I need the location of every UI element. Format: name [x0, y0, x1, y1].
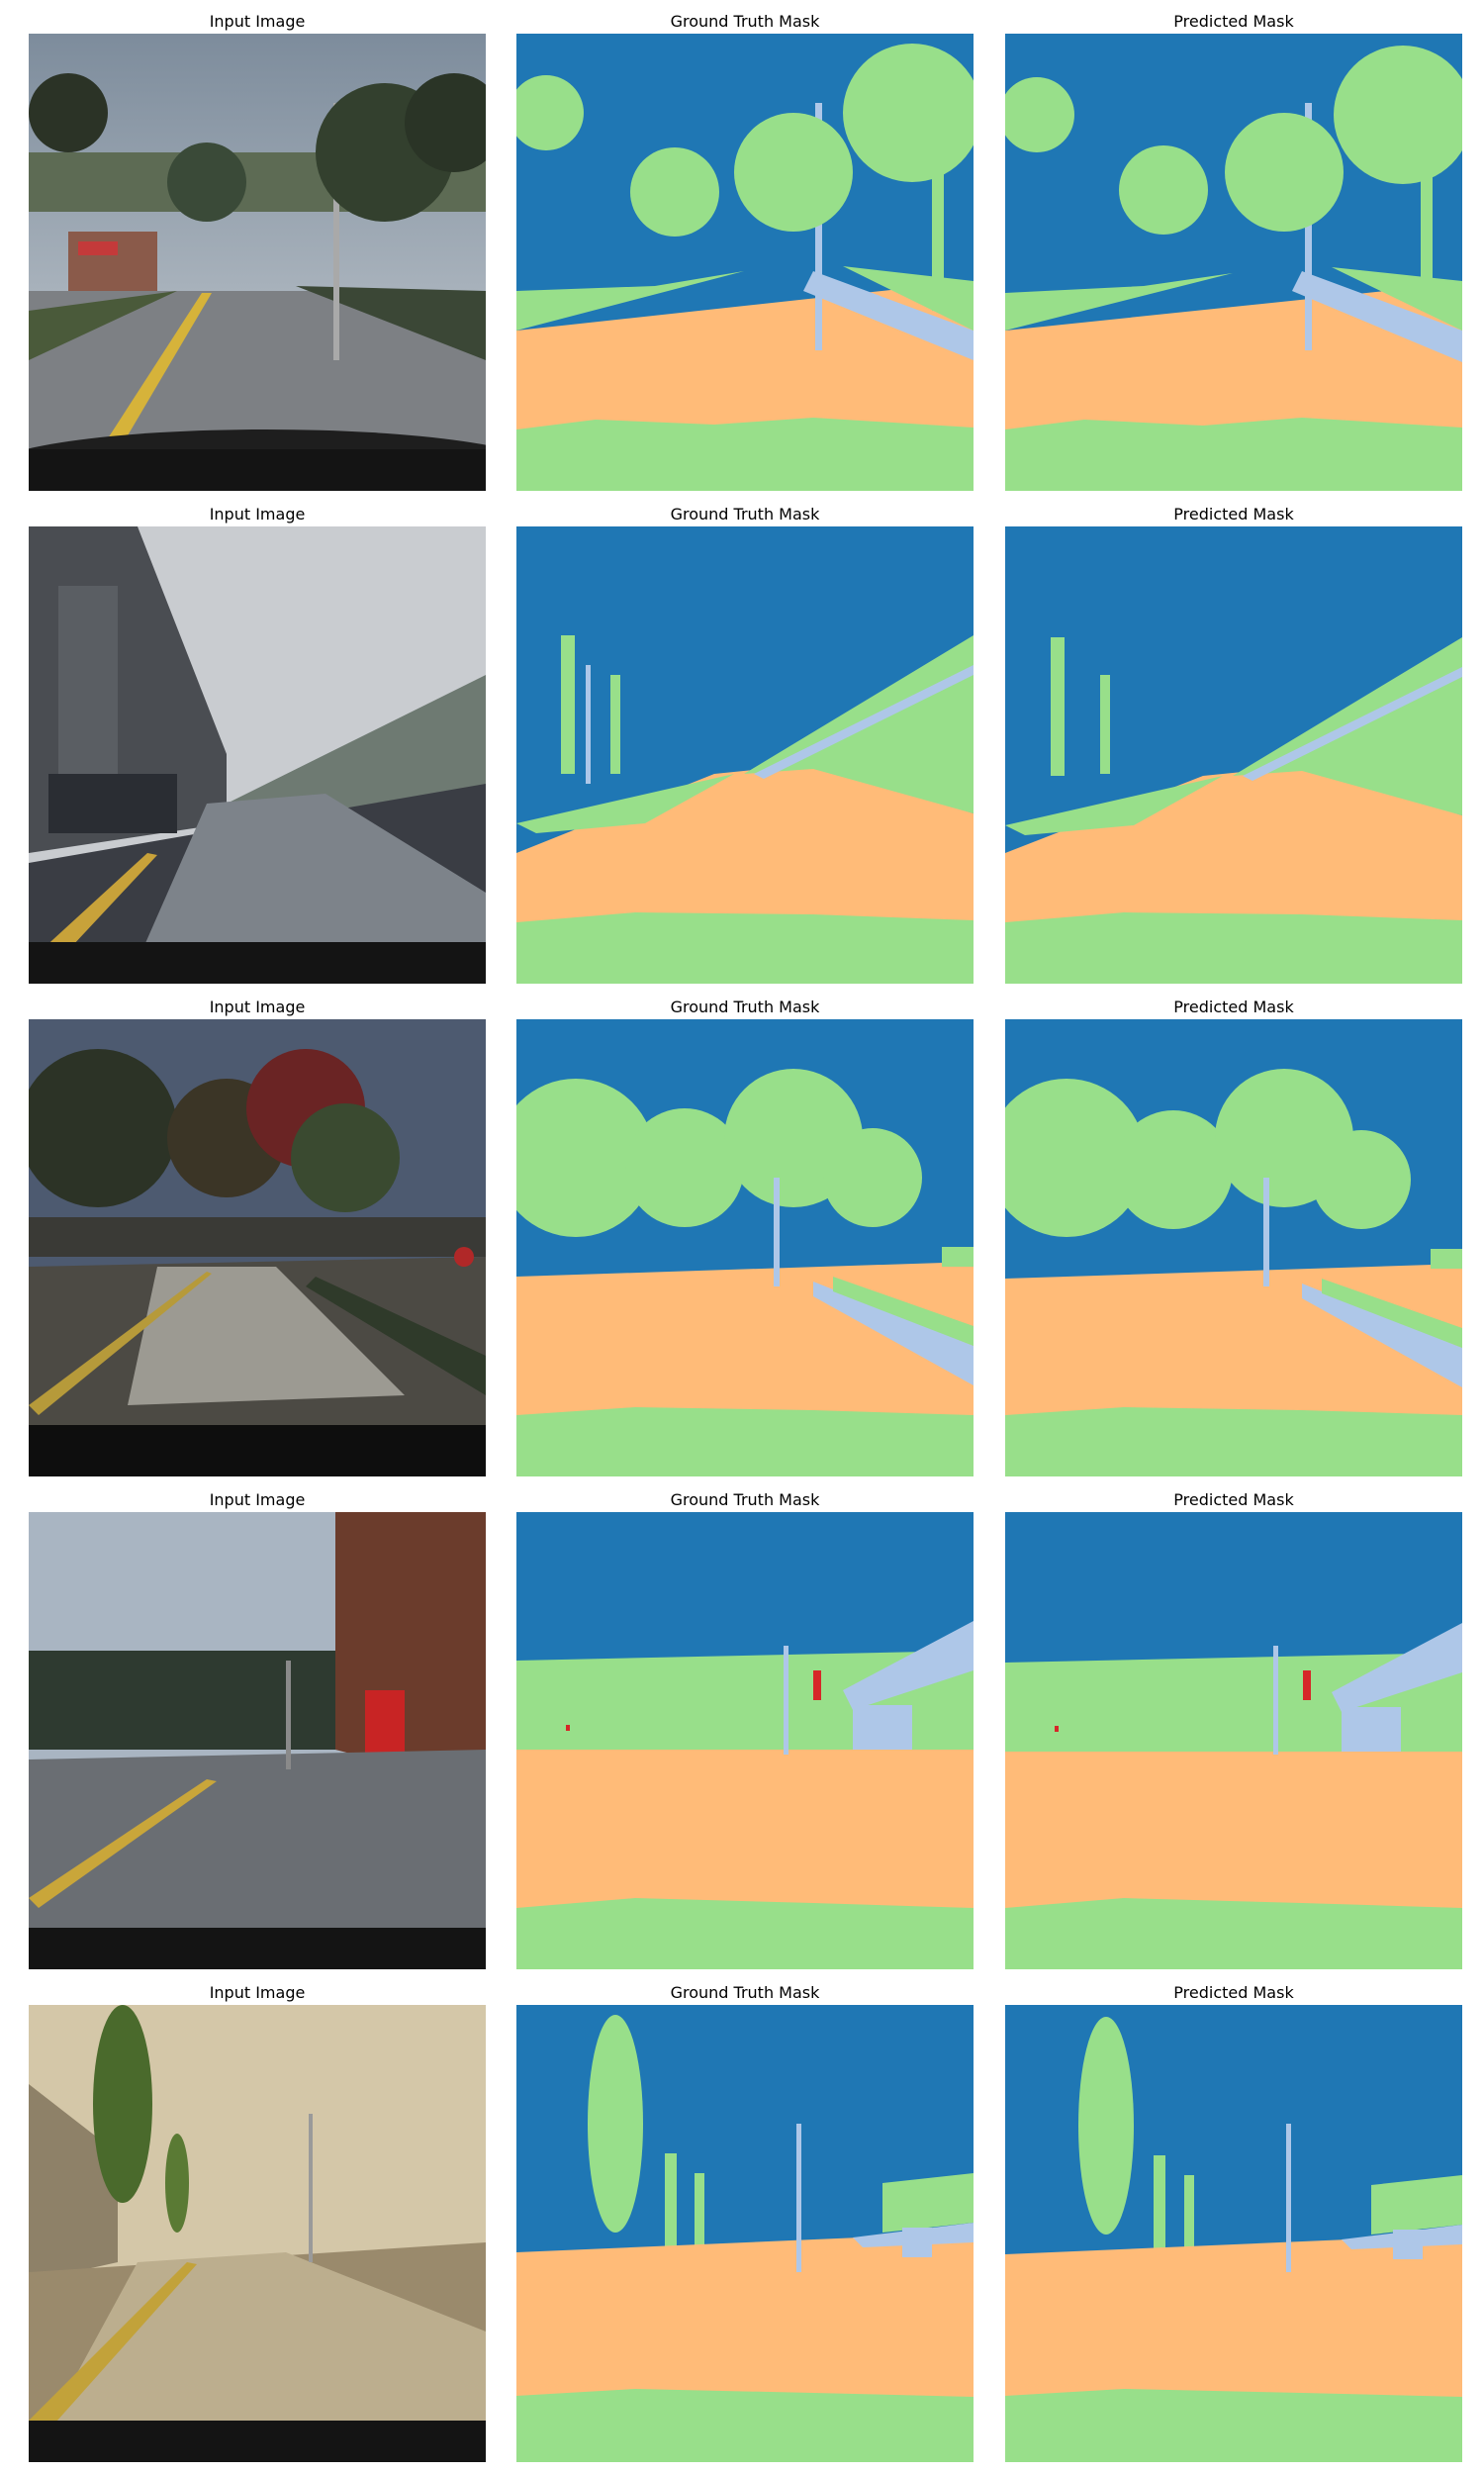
ground-truth-mask-3	[516, 1019, 974, 1476]
panel-title: Predicted Mask	[1173, 1983, 1294, 2002]
panel-title: Ground Truth Mask	[670, 505, 820, 523]
panel-title: Predicted Mask	[1173, 12, 1294, 31]
panel-title: Input Image	[209, 12, 306, 31]
panel-title: Ground Truth Mask	[670, 12, 820, 31]
predicted-mask-4	[1005, 1512, 1462, 1969]
input-image-3	[29, 1019, 486, 1476]
ground-truth-mask-1	[516, 34, 974, 491]
panel-title: Input Image	[209, 505, 306, 523]
panel-title: Input Image	[209, 998, 306, 1016]
panel-title: Ground Truth Mask	[670, 1983, 820, 2002]
predicted-mask-2	[1005, 526, 1462, 984]
input-image-5	[29, 2005, 486, 2462]
panel-title: Predicted Mask	[1173, 1490, 1294, 1509]
input-image-1	[29, 34, 486, 491]
ground-truth-mask-2	[516, 526, 974, 984]
predicted-mask-5	[1005, 2005, 1462, 2462]
panel-title: Predicted Mask	[1173, 998, 1294, 1016]
panel-title: Input Image	[209, 1983, 306, 2002]
panel-title: Input Image	[209, 1490, 306, 1509]
predicted-mask-1	[1005, 34, 1462, 491]
ground-truth-mask-4	[516, 1512, 974, 1969]
panel-title: Predicted Mask	[1173, 505, 1294, 523]
ground-truth-mask-5	[516, 2005, 974, 2462]
input-image-2	[29, 526, 486, 984]
predicted-mask-3	[1005, 1019, 1462, 1476]
input-image-4	[29, 1512, 486, 1969]
panel-title: Ground Truth Mask	[670, 998, 820, 1016]
panel-title: Ground Truth Mask	[670, 1490, 820, 1509]
